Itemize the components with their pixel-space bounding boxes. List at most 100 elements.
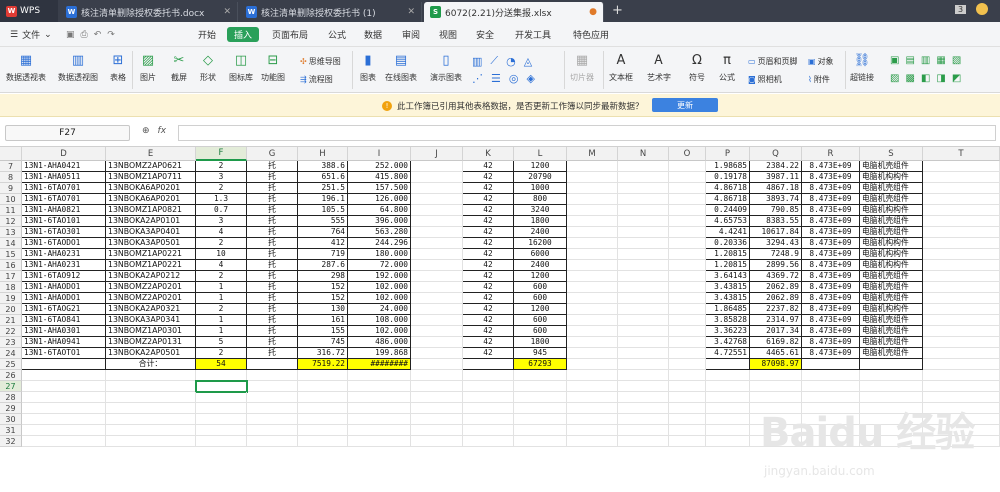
total-cell-f[interactable]: 54 [196,359,247,370]
cell[interactable] [618,304,669,315]
print-icon[interactable]: ⎙ [81,30,88,40]
cell[interactable]: 10 [196,249,247,260]
cell[interactable] [923,337,1000,348]
column-header[interactable]: R [802,147,860,161]
camera-button[interactable]: ◙ 照相机 [748,74,782,85]
cell[interactable] [750,370,802,381]
cell[interactable] [411,249,463,260]
cell[interactable]: 1.20815 [706,249,750,260]
cell[interactable]: 电脑机壳组件 [860,315,923,326]
cell[interactable]: 20790 [514,172,567,183]
cell[interactable]: 651.6 [298,172,348,183]
table-button[interactable]: ⊞ 表格 [109,51,127,83]
demo-chart-button[interactable]: ▯ 演示图表 [430,51,462,83]
cell[interactable]: 1 [196,282,247,293]
cell[interactable] [669,260,706,271]
online-chart-button[interactable]: ▤ 在线图表 [385,51,417,83]
cell[interactable]: 0.19178 [706,172,750,183]
cell[interactable]: 13NBOMZ2AP0201 [106,293,196,304]
cell[interactable]: 8.473E+09 [802,271,860,282]
tab-xlsx[interactable]: S 6072(2.21)分送集报.xlsx ● [424,2,604,22]
wps-app-button[interactable]: W WPS [0,0,58,22]
cell[interactable] [567,260,618,271]
cell[interactable] [802,370,860,381]
cell[interactable] [567,238,618,249]
cell[interactable] [567,436,618,447]
cell[interactable]: 13NBOKA6AP0201 [106,183,196,194]
cell[interactable]: 13N1-AHA0821 [22,205,106,216]
cell[interactable]: 764 [298,227,348,238]
cell[interactable]: 157.500 [348,183,411,194]
cell[interactable] [348,370,411,381]
cell[interactable] [618,260,669,271]
cell[interactable] [618,227,669,238]
cell[interactable] [567,403,618,414]
cell[interactable] [669,425,706,436]
cell[interactable]: 4369.72 [750,271,802,282]
cell[interactable] [247,392,298,403]
cell[interactable]: 13NBOMZ1AP0301 [106,326,196,337]
cell[interactable]: 155 [298,326,348,337]
cell[interactable] [618,216,669,227]
cell[interactable]: 13NBOMZ1AP0221 [106,260,196,271]
menu-developer[interactable]: 开发工具 [515,27,551,42]
cell[interactable] [514,403,567,414]
textbox-button[interactable]: A 文本框 [609,51,633,83]
flowchart-button[interactable]: ⇶ 流程图 [300,74,333,85]
bar-chart-icon[interactable]: ☰ [491,72,501,85]
row-header[interactable]: 25 [0,359,22,370]
cell[interactable]: 13NBOKA6AP0201 [106,194,196,205]
cell[interactable] [567,227,618,238]
cell[interactable] [348,392,411,403]
cell[interactable] [860,381,923,392]
cell[interactable]: 电脑机构构件 [860,249,923,260]
tab-doc-1[interactable]: W 核注清单删除授权委托书.docx ✕ [60,2,238,22]
tool-icon[interactable]: ▤ [905,55,914,66]
formula-button[interactable]: π 公式 [718,51,736,83]
cell[interactable] [567,381,618,392]
cell[interactable]: 42 [463,315,514,326]
cell[interactable] [618,161,669,172]
cell[interactable] [298,425,348,436]
tool-icon[interactable]: ◨ [936,73,945,84]
total-cell-k[interactable] [463,359,514,370]
cell[interactable]: 412 [298,238,348,249]
cell[interactable] [669,194,706,205]
cell[interactable]: 316.72 [298,348,348,359]
column-header[interactable]: T [923,147,1000,161]
name-box[interactable]: F27 [5,125,130,141]
cell[interactable] [706,425,750,436]
cell[interactable]: 161 [298,315,348,326]
cell[interactable] [247,414,298,425]
cell[interactable]: 3.43815 [706,282,750,293]
cell[interactable]: 电脑机壳组件 [860,194,923,205]
cell[interactable] [411,315,463,326]
cell[interactable] [567,282,618,293]
cell[interactable] [706,414,750,425]
cell[interactable]: 102.000 [348,282,411,293]
tab-doc-2[interactable]: W 核注清单删除授权委托书 (1) ✕ [240,2,422,22]
cell[interactable] [514,392,567,403]
total-cell-r[interactable] [802,359,860,370]
save-icon[interactable]: ▣ [66,30,75,40]
cell[interactable]: 8.473E+09 [802,183,860,194]
cell[interactable]: 8.473E+09 [802,304,860,315]
cell[interactable] [196,403,247,414]
cell[interactable]: 4.4241 [706,227,750,238]
cell[interactable] [411,414,463,425]
tool-icon[interactable]: ▦ [936,55,945,66]
cell[interactable]: 192.000 [348,271,411,282]
cell[interactable]: 2314.97 [750,315,802,326]
cell[interactable]: 托 [247,260,298,271]
cell[interactable]: 8.473E+09 [802,172,860,183]
cell[interactable]: 托 [247,227,298,238]
cell[interactable]: 13N1-6TAOG21 [22,304,106,315]
cell[interactable] [669,161,706,172]
cell[interactable]: 托 [247,194,298,205]
cell[interactable]: 13NBOKA2AP0212 [106,271,196,282]
cell[interactable]: 42 [463,348,514,359]
cell[interactable] [567,205,618,216]
cell[interactable]: 8.473E+09 [802,227,860,238]
pivot-table-button[interactable]: ▦ 数据透视表 [6,51,46,83]
cell[interactable]: 745 [298,337,348,348]
